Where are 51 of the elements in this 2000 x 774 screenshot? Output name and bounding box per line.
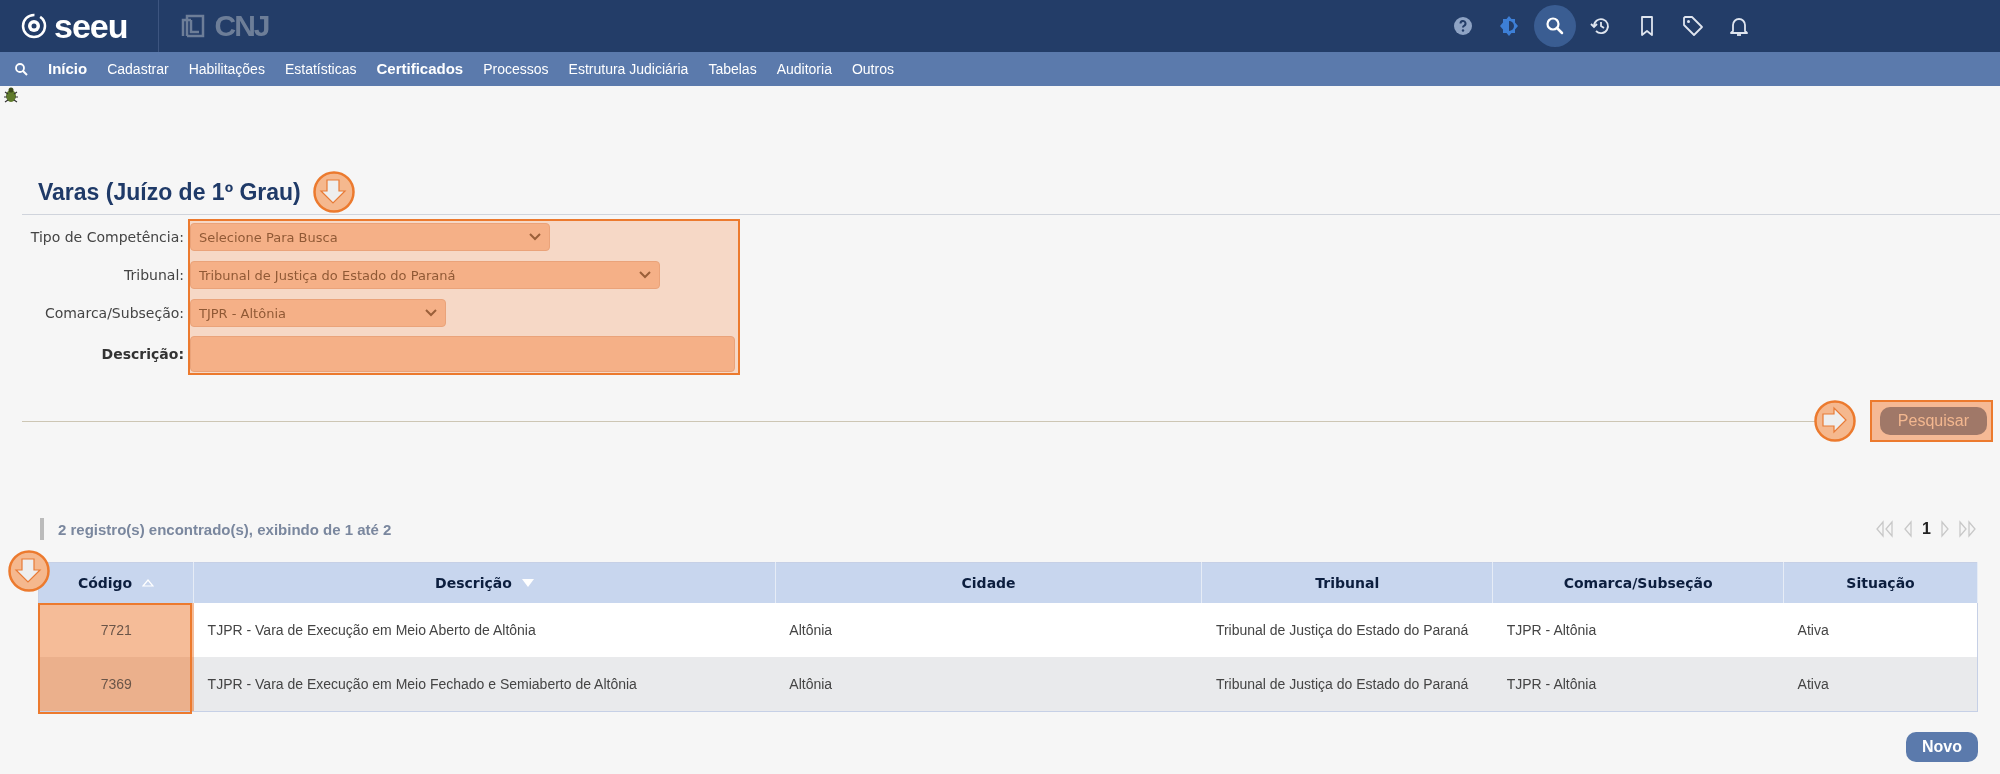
chevron-down-icon xyxy=(639,271,651,279)
menu-item[interactable]: Estatísticas xyxy=(274,52,367,86)
new-button[interactable]: Novo xyxy=(1906,732,1978,762)
chevron-down-icon xyxy=(529,233,541,241)
menu-item[interactable]: Processos xyxy=(473,52,559,86)
results-summary: 2 registro(s) encontrado(s), exibindo de 1 até 2 xyxy=(58,520,392,538)
menu-item[interactable]: Certificados xyxy=(366,52,474,86)
table-cell: Ativa xyxy=(1783,657,1978,712)
table-cell: 7369 xyxy=(38,657,194,712)
table-cell: Tribunal de Justiça do Estado do Paraná xyxy=(1201,657,1493,712)
search-icon[interactable] xyxy=(14,62,28,76)
help-icon[interactable] xyxy=(1451,14,1475,38)
menu-item[interactable]: Auditoria xyxy=(766,52,842,86)
column-header[interactable]: Tribunal xyxy=(1315,575,1380,591)
dropdown[interactable]: TJPR - Altônia xyxy=(190,299,446,327)
page-number[interactable]: 1 xyxy=(1920,520,1933,538)
column-header[interactable]: Situação xyxy=(1846,575,1915,591)
table-cell: Tribunal de Justiça do Estado do Paraná xyxy=(1201,603,1493,657)
menu-item[interactable]: Início xyxy=(38,52,98,86)
field-label: Descrição: xyxy=(100,346,184,362)
bug-icon[interactable] xyxy=(2,86,20,104)
seeu-logo[interactable]: seeu xyxy=(54,9,128,43)
menu-item[interactable]: Outros xyxy=(841,52,904,86)
table-cell: TJPR - Vara de Execução em Meio Aberto de Altônia xyxy=(193,603,776,657)
column-header[interactable]: Descrição xyxy=(435,575,512,591)
table-cell: 7721 xyxy=(38,603,194,657)
page-title: Varas (Juízo de 1º Grau) xyxy=(38,178,301,206)
column-header[interactable]: Código xyxy=(77,575,133,591)
table-cell: TJPR - Altônia xyxy=(1492,603,1784,657)
table-cell: TJPR - Altônia xyxy=(1492,657,1784,712)
search-button[interactable]: Pesquisar xyxy=(1879,407,1987,435)
table-cell: Altônia xyxy=(775,657,1202,712)
column-header[interactable]: Cidade xyxy=(961,575,1016,591)
dropdown[interactable]: Selecione Para Busca xyxy=(190,223,550,251)
table-cell: Ativa xyxy=(1783,603,1978,657)
menu-item[interactable]: Habilitações xyxy=(178,52,275,86)
tag-icon[interactable] xyxy=(1681,14,1705,38)
menu-item[interactable]: Tabelas xyxy=(698,52,767,86)
menu-item[interactable]: Estrutura Judiciária xyxy=(558,52,699,86)
contrast-icon[interactable] xyxy=(1497,14,1521,38)
menu-item[interactable]: Cadastrar xyxy=(97,52,179,86)
chevron-down-icon xyxy=(425,309,437,317)
field-label: Tipo de Competência: xyxy=(29,229,184,245)
cnj-logo: CNJ xyxy=(214,11,269,41)
field-label: Tribunal: xyxy=(123,267,184,283)
dropdown[interactable]: Tribunal de Justiça do Estado do Paraná xyxy=(190,261,660,289)
gear-icon xyxy=(20,12,48,40)
field-label: Comarca/Subseção: xyxy=(43,305,184,321)
table-cell: TJPR - Vara de Execução em Meio Fechado e Semiaberto de Altônia xyxy=(193,657,776,712)
table-cell: Altônia xyxy=(775,603,1202,657)
input-field[interactable] xyxy=(190,336,735,372)
